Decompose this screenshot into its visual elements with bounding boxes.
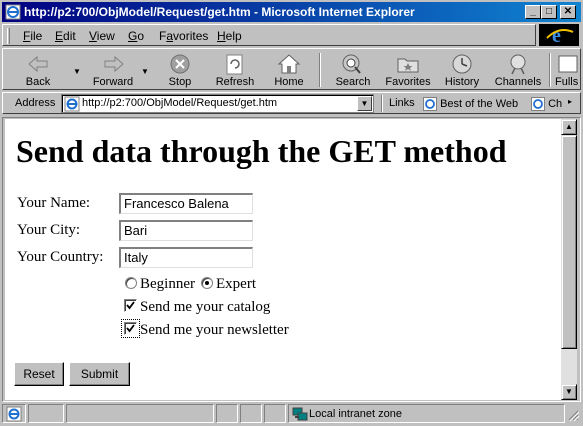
link-best-of-the-web[interactable]: Best of the Web [423, 97, 518, 111]
close-button[interactable]: ✕ [560, 5, 576, 19]
forward-arrow-icon [104, 55, 124, 73]
ie-page-icon [64, 96, 80, 112]
status-zone-text: Local intranet zone [309, 408, 402, 420]
city-input[interactable]: Bari [119, 220, 253, 241]
channels-satellite-icon [510, 54, 526, 75]
links-chevron-icon[interactable]: ▸ [568, 97, 572, 106]
menu-bar: File Edit View Go Favorites Help [2, 24, 536, 46]
toolbar-separator [549, 53, 551, 87]
country-label: Your Country: [17, 249, 104, 265]
reset-button[interactable]: Reset [14, 362, 64, 386]
ie-page-icon [6, 406, 22, 422]
resize-grip-icon [568, 410, 580, 422]
history-button[interactable]: History [440, 50, 484, 90]
toolbar-separator [319, 53, 321, 87]
submit-button[interactable]: Submit [69, 362, 130, 386]
menu-go[interactable]: Go [128, 29, 144, 43]
title-bar: http://p2:700/ObjModel/Request/get.htm -… [2, 2, 581, 22]
menu-edit[interactable]: Edit [55, 29, 76, 43]
radio-beginner[interactable]: Beginner [125, 276, 195, 293]
address-label: Address [15, 97, 56, 109]
maximize-button[interactable]: □ [541, 5, 557, 19]
links-label: Links [389, 97, 415, 109]
menu-favorites[interactable]: Favorites [159, 29, 208, 43]
refresh-button[interactable]: Refresh [210, 50, 260, 90]
addressbar-separator [381, 95, 383, 112]
page-title: Send data through the GET method [16, 133, 507, 169]
back-button[interactable]: Back [15, 50, 61, 90]
scroll-down-button[interactable]: ▼ [561, 384, 577, 400]
status-pane [66, 404, 214, 423]
fullscreen-button[interactable]: Fulls [555, 50, 580, 90]
link-channel-guide[interactable]: Ch [531, 97, 571, 111]
back-dropdown-arrow[interactable]: ▼ [73, 67, 81, 76]
resize-grip[interactable] [567, 408, 580, 422]
ie-page-icon [5, 4, 21, 20]
favorites-folder-icon [397, 58, 419, 73]
name-label: Your Name: [17, 195, 91, 211]
status-pane [264, 404, 286, 423]
favorites-button[interactable]: Favorites [383, 50, 433, 90]
ie-page-icon [531, 97, 545, 111]
address-url: http://p2:700/ObjModel/Request/get.htm [82, 97, 278, 109]
fullscreen-icon [558, 55, 578, 73]
scroll-thumb[interactable] [561, 135, 577, 349]
radio-expert[interactable]: Expert [201, 276, 256, 293]
forward-button[interactable]: Forward [83, 50, 143, 90]
search-button[interactable]: Search [331, 50, 375, 90]
channels-button[interactable]: Channels [493, 50, 543, 90]
menu-help[interactable]: Help [217, 29, 242, 43]
status-zone-pane: Local intranet zone [288, 404, 565, 423]
address-bar: Address http://p2:700/ObjModel/Request/g… [2, 92, 581, 114]
catalog-checkbox-row[interactable]: Send me your catalog [124, 299, 270, 316]
intranet-zone-icon [292, 407, 308, 421]
stop-icon [170, 54, 190, 74]
forward-dropdown-arrow[interactable]: ▼ [141, 67, 149, 76]
name-input[interactable]: Francesco Balena [119, 193, 253, 214]
scroll-up-button[interactable]: ▲ [561, 119, 577, 135]
newsletter-checkbox-row[interactable]: Send me your newsletter [121, 319, 289, 339]
radio-expert-button[interactable] [201, 277, 213, 289]
standard-toolbar: Back ▼ Forward ▼ Stop Refresh Home Searc… [2, 48, 581, 90]
ie-throbber: e [539, 24, 579, 47]
home-icon [277, 54, 301, 74]
newsletter-checkbox[interactable] [121, 319, 140, 338]
search-globe-icon [342, 54, 361, 74]
home-button[interactable]: Home [269, 50, 309, 90]
country-input[interactable]: Italy [119, 247, 253, 268]
checkmark-icon [126, 301, 135, 310]
page-content: Send data through the GET method Your Na… [5, 119, 561, 400]
catalog-checkbox[interactable] [124, 299, 137, 312]
back-arrow-icon [28, 55, 48, 73]
ie-logo-icon: e [546, 25, 574, 47]
status-pane [28, 404, 64, 423]
address-dropdown-button[interactable]: ▼ [357, 96, 372, 111]
svg-text:e: e [552, 25, 561, 46]
refresh-icon [226, 54, 243, 75]
ie-page-icon [423, 97, 437, 111]
city-label: Your City: [17, 222, 81, 238]
stop-button[interactable]: Stop [157, 50, 203, 90]
radio-beginner-button[interactable] [125, 277, 137, 289]
status-bar: Local intranet zone [2, 403, 581, 424]
menu-view[interactable]: View [89, 29, 115, 43]
status-pane [216, 404, 238, 423]
window-title: http://p2:700/ObjModel/Request/get.htm -… [24, 5, 415, 19]
history-icon [452, 54, 472, 74]
checkmark-icon [126, 324, 135, 333]
vertical-scrollbar[interactable]: ▲ ▼ [561, 119, 577, 400]
status-pane [240, 404, 262, 423]
menu-file[interactable]: File [23, 29, 42, 43]
address-input[interactable]: http://p2:700/ObjModel/Request/get.htm ▼ [61, 94, 374, 113]
minimize-button[interactable]: _ [525, 5, 541, 19]
status-icon-pane [2, 404, 26, 423]
menu-grip [7, 28, 10, 44]
